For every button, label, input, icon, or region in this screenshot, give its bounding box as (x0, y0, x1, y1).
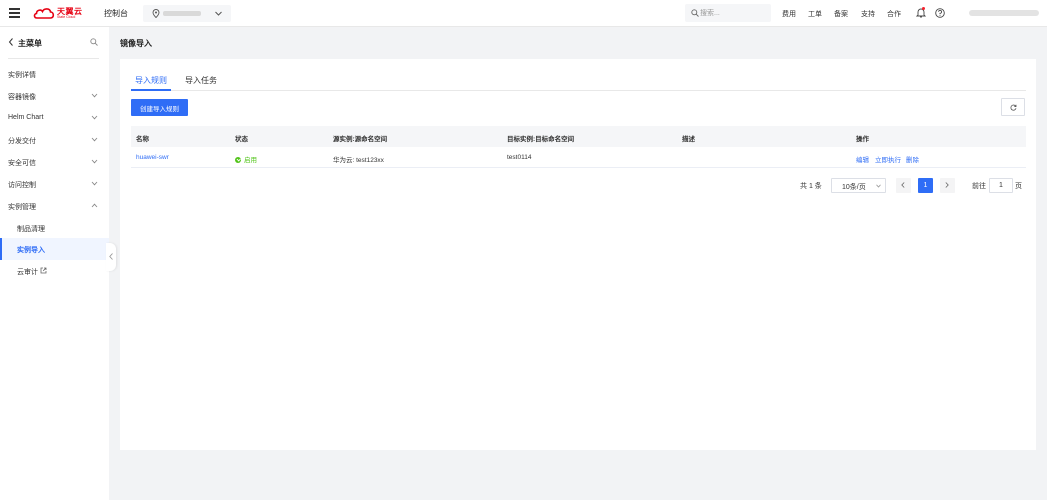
column-header-description: 描述 (682, 136, 695, 143)
sidebar-collapse-toggle[interactable] (106, 243, 116, 271)
menu-divider (8, 58, 99, 59)
run-now-link[interactable]: 立即执行 (875, 154, 901, 164)
column-header-target: 目标实例:目标命名空间 (507, 136, 575, 143)
page-size-select[interactable]: 10条/页 (831, 178, 886, 193)
sidebar-item-access-control[interactable]: 访问控制 (0, 173, 109, 195)
check-circle-icon (235, 157, 241, 163)
sidebar-item-label: 实例导入 (17, 247, 45, 254)
chevron-down-icon (876, 184, 881, 188)
sidebar-item-label: 容器镜像 (8, 94, 36, 101)
sidebar-item-label: 实例详情 (8, 72, 36, 79)
sidebar-item-label: 分发交付 (8, 138, 36, 145)
sidebar-item-cloud-audit[interactable]: 云审计 (0, 260, 109, 282)
sidebar: 主菜单 实例详情 容器镜像 Helm Chart 分发交付 安全可信 访问控制 … (0, 27, 109, 500)
logo[interactable]: 天翼云 State Cloud (33, 6, 83, 21)
sidebar-item-container-images[interactable]: 容器镜像 (0, 85, 109, 107)
chevron-down-icon (91, 159, 98, 164)
table-row: huawei-swr 启用 华为云: test123xx test0114 编辑… (131, 147, 1026, 168)
page-unit-label: 页 (1015, 183, 1022, 190)
status-badge: 启用 (235, 154, 257, 164)
chevron-down-icon (215, 11, 222, 16)
page-number-current[interactable]: 1 (918, 178, 933, 193)
create-import-rule-button[interactable]: 创建导入规则 (131, 99, 188, 116)
sidebar-item-helm-chart[interactable]: Helm Chart (0, 107, 109, 129)
menu-icon[interactable] (9, 8, 20, 18)
prev-page-button[interactable] (896, 178, 911, 193)
sidebar-item-instance-import[interactable]: 实例导入 (0, 238, 109, 260)
source-cell: 华为云: test123xx (333, 157, 384, 164)
sidebar-item-label: 实例管理 (8, 204, 36, 211)
edit-link[interactable]: 编辑 (856, 154, 869, 164)
global-search[interactable] (685, 4, 771, 22)
delete-link[interactable]: 删除 (906, 154, 919, 164)
column-header-source: 源实例:源命名空间 (333, 136, 388, 143)
sidebar-item-artifact-cleanup[interactable]: 制品清理 (0, 217, 109, 239)
top-bar: 天翼云 State Cloud 控制台 费用 工单 备案 支持 合作 (0, 0, 1047, 27)
location-pin-icon (152, 9, 160, 18)
account-menu[interactable] (969, 10, 1039, 16)
status-text: 启用 (244, 157, 257, 164)
main-menu-title: 主菜单 (18, 39, 42, 48)
tab-import-tasks[interactable]: 导入任务 (185, 75, 217, 86)
cloud-logo-icon (33, 8, 55, 19)
chevron-down-icon (91, 93, 98, 98)
chevron-down-icon (91, 181, 98, 186)
sidebar-item-label: 制品清理 (17, 226, 45, 233)
nav-billing[interactable]: 费用 (782, 9, 796, 19)
search-input[interactable] (700, 7, 766, 19)
sidebar-item-security[interactable]: 安全可信 (0, 151, 109, 173)
nav-partner[interactable]: 合作 (887, 9, 901, 19)
refresh-icon (1010, 104, 1017, 111)
sidebar-item-label: 安全可信 (8, 160, 36, 167)
table-header: 名称 状态 源实例:源命名空间 目标实例:目标命名空间 描述 操作 (131, 126, 1026, 147)
main-menu-header[interactable]: 主菜单 (0, 27, 109, 58)
search-icon[interactable] (90, 38, 98, 46)
region-name (163, 11, 201, 16)
sidebar-item-instance-details[interactable]: 实例详情 (0, 63, 109, 85)
search-icon (691, 9, 699, 17)
content-card: 导入规则 导入任务 创建导入规则 名称 状态 源实例:源命名空间 目标实例:目标… (120, 59, 1036, 450)
external-link-icon (40, 267, 47, 274)
sidebar-item-label: Helm Chart (8, 114, 44, 121)
column-header-status: 状态 (235, 136, 248, 143)
chevron-up-icon (91, 203, 98, 208)
sidebar-item-label: 云审计 (17, 269, 38, 276)
page-title: 镜像导入 (120, 39, 152, 48)
sidebar-item-instance-management[interactable]: 实例管理 (0, 195, 109, 217)
column-header-name: 名称 (136, 136, 149, 143)
next-page-button[interactable] (940, 178, 955, 193)
sidebar-item-label: 访问控制 (8, 182, 36, 189)
chevron-down-icon (91, 115, 98, 120)
console-link[interactable]: 控制台 (104, 8, 128, 19)
goto-page-input[interactable] (989, 178, 1013, 193)
tab-bar: 导入规则 导入任务 (131, 59, 1026, 91)
refresh-button[interactable] (1001, 98, 1025, 116)
sidebar-item-distribution[interactable]: 分发交付 (0, 129, 109, 151)
goto-label: 前往 (972, 183, 986, 190)
target-cell: test0114 (507, 154, 532, 161)
chevron-down-icon (91, 137, 98, 142)
pagination-total: 共 1 条 (800, 183, 822, 190)
chevron-left-icon[interactable] (8, 38, 14, 46)
nav-tickets[interactable]: 工单 (808, 9, 822, 19)
tab-import-rules[interactable]: 导入规则 (135, 75, 167, 86)
notification-dot (922, 7, 925, 10)
nav-support[interactable]: 支持 (861, 9, 875, 19)
chevron-left-icon (109, 253, 113, 260)
help-icon[interactable] (935, 8, 945, 18)
chevron-left-icon (901, 182, 905, 188)
nav-filing[interactable]: 备案 (834, 9, 848, 19)
active-tab-indicator (131, 89, 171, 91)
page-size-value: 10条/页 (842, 184, 866, 191)
logo-subtext: State Cloud (57, 15, 76, 19)
chevron-right-icon (945, 182, 949, 188)
rule-name-link[interactable]: huawei-swr (136, 154, 169, 161)
column-header-actions: 操作 (856, 136, 869, 143)
region-selector[interactable] (143, 5, 231, 22)
